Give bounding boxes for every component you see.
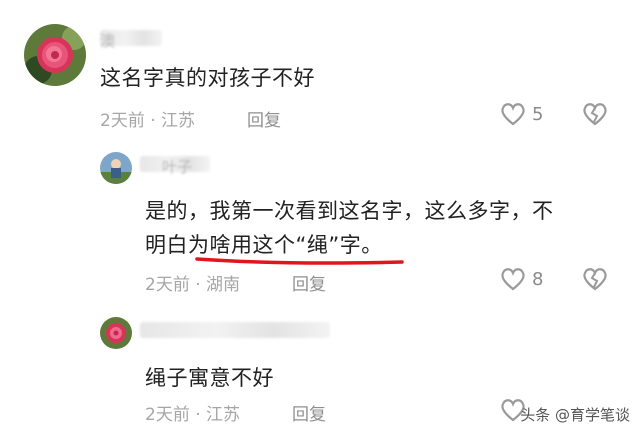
avatar[interactable] (100, 317, 132, 349)
comment-text: 绳子寓意不好 (145, 366, 274, 390)
comment-meta: 2天前 · 湖南 (145, 275, 241, 295)
heart-icon (501, 268, 525, 291)
like-count: 5 (532, 103, 544, 125)
comment-meta: 2天前 · 江苏 (100, 111, 196, 131)
avatar[interactable] (100, 152, 132, 184)
comment-meta: 2天前 · 江苏 (145, 405, 241, 425)
reply-button[interactable]: 回复 (292, 270, 326, 295)
reply-button[interactable]: 回复 (247, 106, 281, 131)
comment-text: 这名字真的对孩子不好 (100, 66, 315, 90)
red-underline-annotation (195, 257, 404, 265)
like-button[interactable]: 8 (500, 267, 543, 291)
broken-heart-icon[interactable] (582, 102, 608, 126)
broken-heart-icon[interactable] (582, 267, 608, 291)
username-blurred (140, 322, 330, 338)
watermark: 头条 @育学笔谈 (520, 406, 630, 424)
heart-icon (501, 103, 525, 126)
comment-text-line1: 是的，我第一次看到这名字，这么多字，不 (145, 199, 554, 223)
like-count: 8 (532, 268, 544, 290)
username: 叶子 (162, 158, 193, 176)
avatar[interactable] (24, 24, 86, 86)
reply-button[interactable]: 回复 (292, 400, 326, 425)
like-button[interactable]: 5 (500, 102, 543, 126)
username: 澳 (100, 32, 116, 50)
